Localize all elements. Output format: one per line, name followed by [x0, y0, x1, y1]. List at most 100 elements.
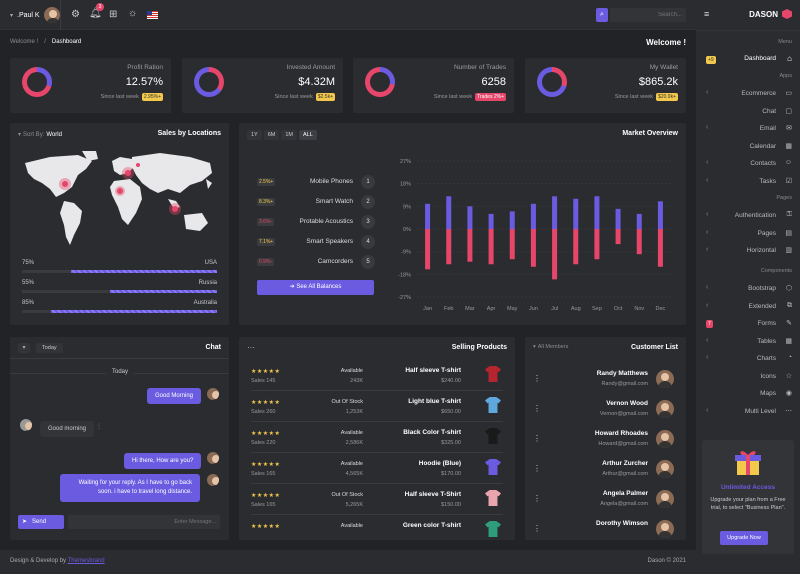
- product-row[interactable]: ★★★★★ Sales 165 Available 4,565K Hoodie (Blu…: [251, 454, 503, 484]
- bar-negative[interactable]: [509, 229, 515, 260]
- bar-positive[interactable]: [467, 206, 473, 229]
- bar-positive[interactable]: [615, 208, 621, 229]
- sidebar-item-multi-level[interactable]: ‹ Multi Level ⋯: [696, 405, 800, 419]
- sidebar-item-maps[interactable]: Maps ◉: [696, 387, 800, 401]
- bar-negative[interactable]: [488, 229, 494, 265]
- product-row[interactable]: ★★★★★ Sales 260 Out Of Stock 1,253K Light bl…: [251, 392, 503, 422]
- avatar[interactable]: [656, 520, 674, 538]
- more-vertical-icon[interactable]: ⋮: [533, 404, 541, 413]
- product-row[interactable]: ★★★★★ Available Green color T-shirt: [251, 516, 503, 540]
- sidebar-item-chat[interactable]: Chat ▢: [696, 105, 800, 119]
- message-input[interactable]: [68, 515, 220, 529]
- bar-positive[interactable]: [509, 211, 515, 229]
- footer-link[interactable]: Themesbrand: [68, 558, 105, 564]
- market-item[interactable]: 2.5%+ Mobile Phones 1: [257, 175, 375, 189]
- bar-negative[interactable]: [594, 229, 600, 260]
- sidebar-item-horizontal[interactable]: ‹ Horizontal ▥: [696, 244, 800, 258]
- bar-negative[interactable]: [615, 229, 621, 245]
- market-bar-chart[interactable]: 27% 18% 9% 0% -9% -18% -27% Jan Feb Mar Apr May Jun J…: [389, 151, 679, 321]
- market-item[interactable]: 8.3%+ Smart Watch 2: [257, 195, 375, 209]
- search-icon[interactable]: ⌕: [596, 8, 608, 22]
- sidebar-item-icons[interactable]: Icons ☆: [696, 370, 800, 384]
- flag-icon[interactable]: [147, 11, 158, 19]
- user-menu[interactable]: ▾ .Paul K: [10, 6, 60, 24]
- sun-icon[interactable]: ☼: [128, 8, 137, 19]
- sidebar-item-contacts[interactable]: ‹ Contacts ☺: [696, 157, 800, 171]
- bar-negative[interactable]: [446, 229, 452, 265]
- customer-row[interactable]: ⋮ Randy Matthews Randy@gmail.com: [533, 366, 678, 394]
- bar-negative[interactable]: [467, 229, 473, 262]
- range-tab-1y[interactable]: 1Y: [247, 130, 262, 140]
- bar-positive[interactable]: [657, 201, 663, 229]
- avatar[interactable]: [656, 430, 674, 448]
- upgrade-button[interactable]: Upgrade Now: [720, 531, 768, 545]
- world-map[interactable]: [20, 149, 220, 259]
- more-vertical-icon[interactable]: ⋮: [533, 494, 541, 503]
- bar-positive[interactable]: [552, 196, 558, 229]
- bar-positive[interactable]: [488, 213, 494, 229]
- bar-positive[interactable]: [594, 196, 600, 229]
- sidebar-item-tasks[interactable]: ‹ Tasks ☑: [696, 175, 800, 189]
- bar-positive[interactable]: [446, 196, 452, 229]
- more-horizontal-icon[interactable]: ···: [247, 343, 255, 352]
- sidebar-item-authentication[interactable]: ‹ Authentication ⚿: [696, 209, 800, 223]
- customer-row[interactable]: ⋮ Angela Palmer Angela@gmail.com: [533, 486, 678, 514]
- send-button[interactable]: ➤ Send: [18, 515, 64, 529]
- bar-negative[interactable]: [530, 229, 536, 267]
- market-item[interactable]: 0.9%- Camcorders 5: [257, 255, 375, 269]
- avatar[interactable]: [656, 400, 674, 418]
- sort-dropdown[interactable]: ▾ Sort By: World: [18, 131, 62, 139]
- bar-negative[interactable]: [425, 229, 431, 270]
- bar-positive[interactable]: [573, 198, 579, 229]
- see-all-balances-button[interactable]: ➔ See All Balances: [257, 280, 374, 295]
- product-row[interactable]: ★★★★★ Sales 220 Available 2,586K Black Color…: [251, 423, 503, 453]
- gear-icon[interactable]: ⚙: [71, 9, 80, 20]
- bar-negative[interactable]: [636, 229, 642, 255]
- bar-negative[interactable]: [552, 229, 558, 280]
- sidebar-item-bootstrap[interactable]: ‹ Bootstrap ⬡: [696, 282, 800, 296]
- sidebar-item-email[interactable]: ‹ Email ✉: [696, 122, 800, 136]
- market-item[interactable]: 3.6%- Protable Acoustics 3: [257, 215, 375, 229]
- more-vertical-icon[interactable]: ⋮: [533, 374, 541, 383]
- avatar[interactable]: [43, 7, 60, 23]
- product-row[interactable]: ★★★★★ Sales 165 Out Of Stock 5,265K Half sle…: [251, 485, 503, 515]
- avatar[interactable]: [656, 490, 674, 508]
- sidebar-item-calendar[interactable]: Calendar ▦: [696, 140, 800, 154]
- customer-row[interactable]: ⋮ Arthur Zurcher Arthur@gmail.com: [533, 456, 678, 484]
- bar-positive[interactable]: [530, 203, 536, 229]
- avatar[interactable]: [656, 460, 674, 478]
- sidebar-item-dashboard[interactable]: +9 Dashboard ⌂: [696, 52, 800, 66]
- sidebar-item-ecommerce[interactable]: ‹ Ecommerce ▭: [696, 87, 800, 101]
- range-tab-6m[interactable]: 6M: [263, 130, 280, 140]
- customer-row[interactable]: ⋮ Howard Rhoades Howard@gmail.com: [533, 426, 678, 454]
- range-tab-1m[interactable]: 1M: [281, 130, 298, 140]
- sidebar-item-extended[interactable]: ‹ Extended ⧉: [696, 300, 800, 314]
- breadcrumb-home[interactable]: Welcome !: [10, 39, 38, 45]
- sidebar-item-tables[interactable]: ‹ Tables ▦: [696, 335, 800, 349]
- chat-filter[interactable]: Today: [36, 343, 63, 353]
- more-icon[interactable]: ⋮: [96, 423, 102, 430]
- more-vertical-icon[interactable]: ⋮: [533, 524, 541, 533]
- search-input[interactable]: [610, 8, 686, 22]
- bar-positive[interactable]: [425, 203, 431, 229]
- more-vertical-icon[interactable]: ⋮: [533, 464, 541, 473]
- market-item[interactable]: 7.1%+ Smart Speakers 4: [257, 235, 375, 249]
- sidebar-item-charts[interactable]: ‹ Charts ◔: [696, 352, 800, 366]
- members-filter[interactable]: ▾ All Members: [533, 344, 568, 350]
- x-tick-label: Feb: [444, 306, 453, 312]
- sidebar-item-forms[interactable]: 7 Forms ✎: [696, 317, 800, 331]
- customer-row[interactable]: ⋮ Vernon Wood Vernon@gmail.com: [533, 396, 678, 424]
- sidebar-item-pages[interactable]: ‹ Pages ▤: [696, 227, 800, 241]
- bar-negative[interactable]: [573, 229, 579, 265]
- customer-row[interactable]: ⋮ Dorothy Wimson: [533, 516, 678, 540]
- product-row[interactable]: ★★★★★ Sales 145 Available 243K Half sleeve T…: [251, 361, 503, 391]
- bar-positive[interactable]: [636, 213, 642, 229]
- avatar[interactable]: [656, 370, 674, 388]
- chevron-down-icon[interactable]: ▾: [18, 343, 30, 353]
- more-vertical-icon[interactable]: ⋮: [533, 434, 541, 443]
- bar-negative[interactable]: [657, 229, 663, 267]
- menu-toggle-icon[interactable]: ≡: [704, 9, 709, 19]
- logo[interactable]: DASON: [749, 9, 792, 19]
- range-tab-all[interactable]: ALL: [299, 130, 317, 140]
- apps-grid-icon[interactable]: ⊞: [109, 9, 117, 20]
